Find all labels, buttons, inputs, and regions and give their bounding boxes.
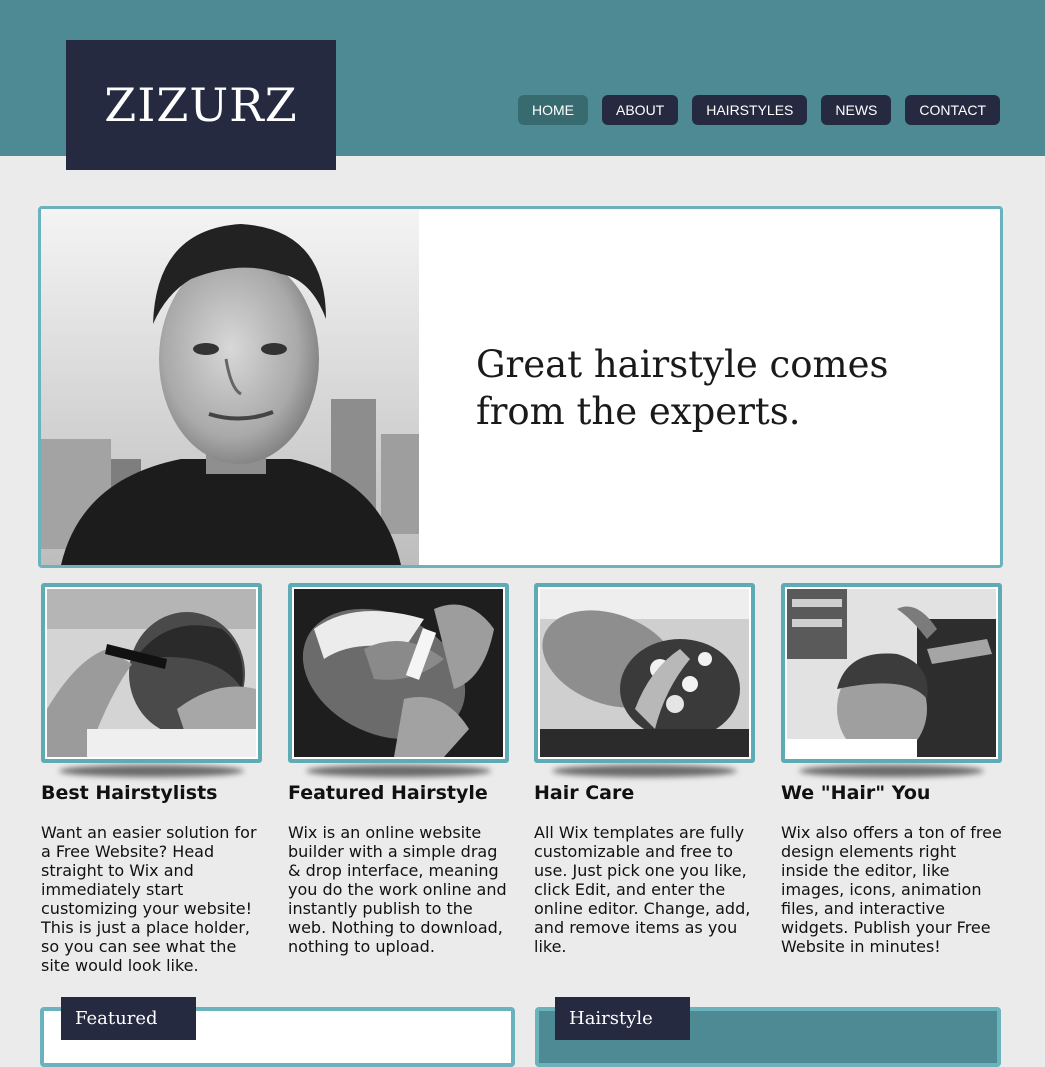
feature-image-frame[interactable] xyxy=(41,583,262,763)
nav-news-button[interactable]: NEWS xyxy=(821,95,892,125)
feature-image-frame[interactable] xyxy=(534,583,755,763)
feature-description: Wix is an online website builder with a … xyxy=(288,823,507,956)
featured-section-label: Featured xyxy=(61,997,196,1040)
feature-card-best-hairstylists: Best Hairstylists Want an easier solutio… xyxy=(41,583,262,975)
feature-card-hair-care: Hair Care All Wix templates are fully cu… xyxy=(534,583,755,956)
barber-cutting-image xyxy=(47,589,256,757)
feature-title: Hair Care xyxy=(534,782,635,804)
main-nav: HOME ABOUT HAIRSTYLES NEWS CONTACT xyxy=(518,95,1000,125)
hairstyle-section-label: Hairstyle xyxy=(555,997,690,1040)
shaving-image xyxy=(294,589,503,757)
feature-title: Featured Hairstyle xyxy=(288,782,488,804)
feature-image-frame[interactable] xyxy=(781,583,1002,763)
feature-description: Want an easier solution for a Free Websi… xyxy=(41,823,257,975)
card-shadow xyxy=(799,765,984,777)
nav-contact-button[interactable]: CONTACT xyxy=(905,95,1000,125)
hair-wash-image xyxy=(540,589,749,757)
feature-image-frame[interactable] xyxy=(288,583,509,763)
hero-headline: Great hairstyle comes from the experts. xyxy=(476,343,889,433)
feature-description: All Wix templates are fully customizable… xyxy=(534,823,751,956)
feature-card-featured-hairstyle: Featured Hairstyle Wix is an online webs… xyxy=(288,583,509,956)
nav-hairstyles-button[interactable]: HAIRSTYLES xyxy=(692,95,808,125)
nav-home-button[interactable]: HOME xyxy=(518,95,588,125)
card-shadow xyxy=(552,765,737,777)
feature-title: Best Hairstylists xyxy=(41,782,218,804)
site-logo[interactable]: ZIZURZ xyxy=(66,40,336,170)
feature-card-we-hair-you: We "Hair" You Wix also offers a ton of f… xyxy=(781,583,1002,956)
feature-title: We "Hair" You xyxy=(781,782,931,804)
hero-banner: Great hairstyle comes from the experts. xyxy=(38,206,1003,568)
barber-styling-image xyxy=(787,589,996,757)
feature-description: Wix also offers a ton of free design ele… xyxy=(781,823,1002,956)
card-shadow xyxy=(306,765,491,777)
hero-portrait-image xyxy=(41,209,419,565)
card-shadow xyxy=(59,765,244,777)
nav-about-button[interactable]: ABOUT xyxy=(602,95,679,125)
